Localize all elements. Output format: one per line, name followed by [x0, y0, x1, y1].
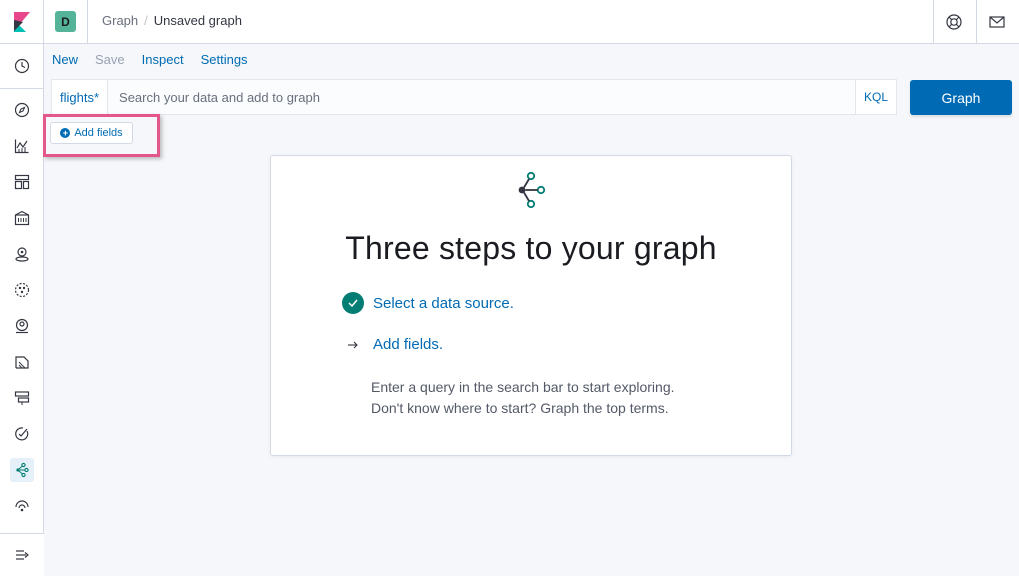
kibana-logo-icon	[13, 12, 30, 32]
collapse-nav-button[interactable]	[0, 533, 44, 576]
query-language-toggle[interactable]: KQL	[854, 80, 896, 114]
settings-button[interactable]: Settings	[201, 52, 248, 67]
guidance-panel: Three steps to your graph Select a data …	[270, 155, 792, 456]
inspect-button[interactable]: Inspect	[142, 52, 184, 67]
app-top-menu: New Save Inspect Settings	[52, 52, 248, 67]
add-fields-link[interactable]: Add fields.	[373, 336, 443, 353]
step-query-line1: Enter a query in the search bar to start…	[371, 379, 675, 395]
graph-submit-button[interactable]: Graph	[910, 80, 1012, 115]
canvas-icon[interactable]	[10, 206, 34, 230]
search-input[interactable]	[108, 80, 855, 114]
index-pattern-selector[interactable]: flights*	[52, 80, 109, 114]
step-query-line2: Don't know where to start? Graph the top…	[371, 400, 669, 416]
visualize-icon[interactable]	[10, 134, 34, 158]
step-add-fields: Add fields.	[342, 336, 443, 353]
arrow-right-icon	[342, 339, 364, 351]
breadcrumb-separator: /	[144, 13, 148, 28]
uptime-icon[interactable]	[10, 422, 34, 446]
graph-icon[interactable]	[10, 458, 34, 482]
mail-icon[interactable]	[987, 12, 1007, 32]
breadcrumb-current: Unsaved graph	[153, 13, 242, 28]
check-icon	[342, 292, 364, 314]
new-button[interactable]: New	[52, 52, 78, 67]
add-fields-button[interactable]: + Add fields	[50, 122, 133, 144]
plus-circle-icon: +	[60, 128, 71, 138]
search-bar: flights* KQL	[51, 79, 897, 115]
nav-divider	[0, 88, 44, 89]
breadcrumb: Graph / Unsaved graph	[102, 13, 242, 28]
top-header: D Graph / Unsaved graph	[0, 0, 1019, 44]
discover-icon[interactable]	[10, 98, 34, 122]
header-divider	[87, 0, 88, 44]
siem-icon[interactable]	[10, 314, 34, 338]
add-fields-label: Add fields	[74, 127, 123, 139]
menu-collapse-icon	[16, 550, 29, 560]
guidance-title: Three steps to your graph	[345, 230, 717, 266]
step-select-data-source: Select a data source.	[342, 292, 514, 314]
space-avatar[interactable]: D	[55, 11, 76, 32]
graph-app-icon	[518, 171, 546, 209]
apm-icon[interactable]	[10, 494, 34, 518]
header-divider	[933, 0, 934, 44]
dashboard-icon[interactable]	[10, 170, 34, 194]
maps-icon[interactable]	[10, 242, 34, 266]
save-button: Save	[95, 52, 125, 67]
breadcrumb-graph[interactable]: Graph	[102, 13, 138, 28]
logs-icon[interactable]	[10, 350, 34, 374]
step-query-description: Enter a query in the search bar to start…	[371, 377, 675, 419]
side-nav	[0, 44, 44, 576]
header-divider	[976, 0, 977, 44]
infrastructure-icon[interactable]	[10, 386, 34, 410]
help-icon[interactable]	[944, 12, 964, 32]
ml-icon[interactable]	[10, 278, 34, 302]
kibana-logo[interactable]	[0, 0, 44, 44]
recently-viewed-icon[interactable]	[10, 54, 34, 78]
select-data-source-link[interactable]: Select a data source.	[373, 295, 514, 312]
